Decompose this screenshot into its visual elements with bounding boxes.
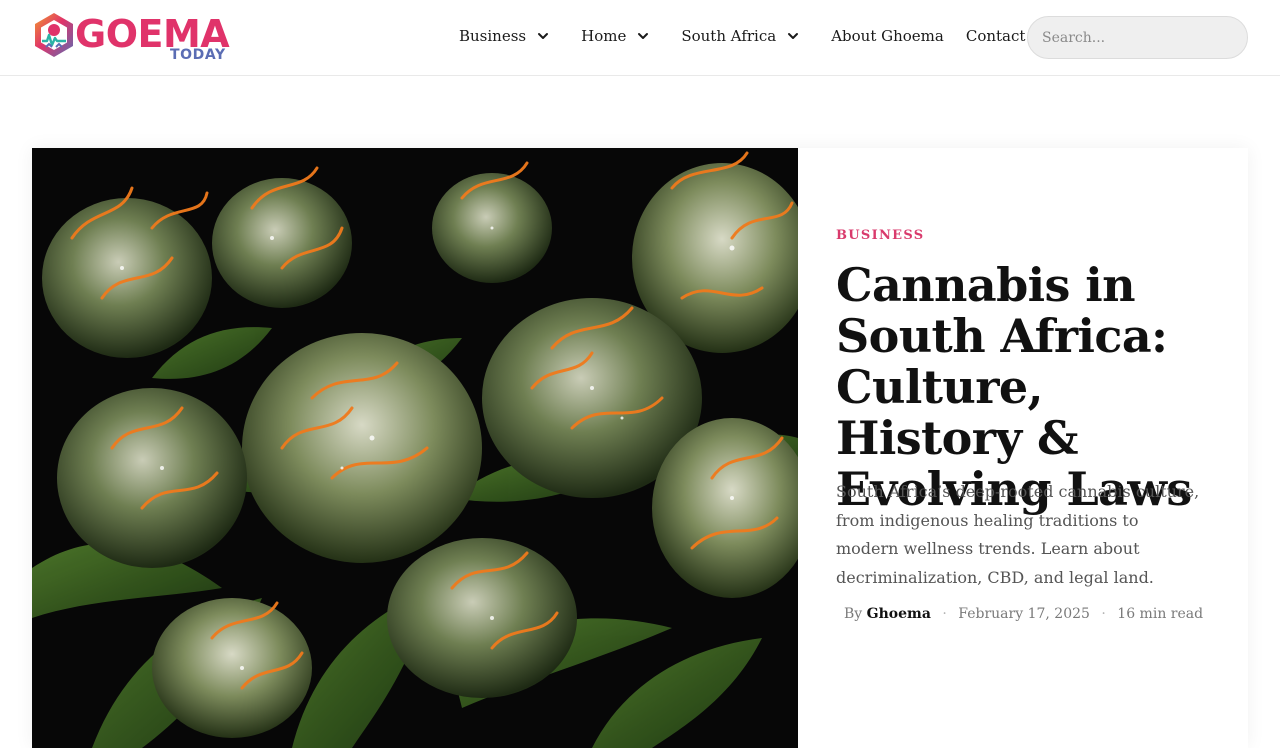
post-date: February 17, 2025 [958,606,1090,622]
site-logo[interactable]: GOEMA TODAY [32,10,232,66]
read-time: 16 min read [1117,606,1204,622]
meta-separator: · [942,606,947,622]
main-nav: Business Home South Africa About Ghoema … [448,0,1036,72]
site-header: GOEMA TODAY Business Home South Africa A… [0,0,1280,76]
logo-mark-icon [35,13,73,57]
nav-item-home[interactable]: Home [570,0,670,72]
nav-item-south-africa[interactable]: South Africa [670,0,820,72]
post-meta: By Ghoema · February 17, 2025 · 16 min r… [844,606,1203,622]
nav-item-label: About Ghoema [831,27,944,45]
cannabis-buds-photo [32,148,798,748]
search-input[interactable] [1027,16,1248,59]
post-excerpt: South Africa’s deep-rooted cannabis cult… [836,482,1200,587]
author-link[interactable]: Ghoema [867,606,931,622]
nav-item-label: Contact [965,27,1026,45]
chevron-down-icon [538,33,549,39]
category-link[interactable]: BUSINESS [836,228,924,243]
chevron-down-icon [788,33,799,39]
post-title[interactable]: Cannabis in South Africa: Culture, Histo… [836,260,1216,515]
nav-item-contact[interactable]: Contact [955,0,1037,72]
nav-item-label: South Africa [681,27,777,45]
featured-image[interactable] [32,148,798,748]
logo-subtext: TODAY [170,47,226,63]
nav-item-label: Home [581,27,627,45]
featured-post: BUSINESS Cannabis in South Africa: Cultu… [32,148,1248,748]
meta-separator: · [1101,606,1106,622]
chevron-down-icon [638,33,649,39]
nav-item-about[interactable]: About Ghoema [820,0,955,72]
nav-item-label: Business [459,27,527,45]
by-label: By [844,606,863,622]
nav-item-business[interactable]: Business [448,0,570,72]
